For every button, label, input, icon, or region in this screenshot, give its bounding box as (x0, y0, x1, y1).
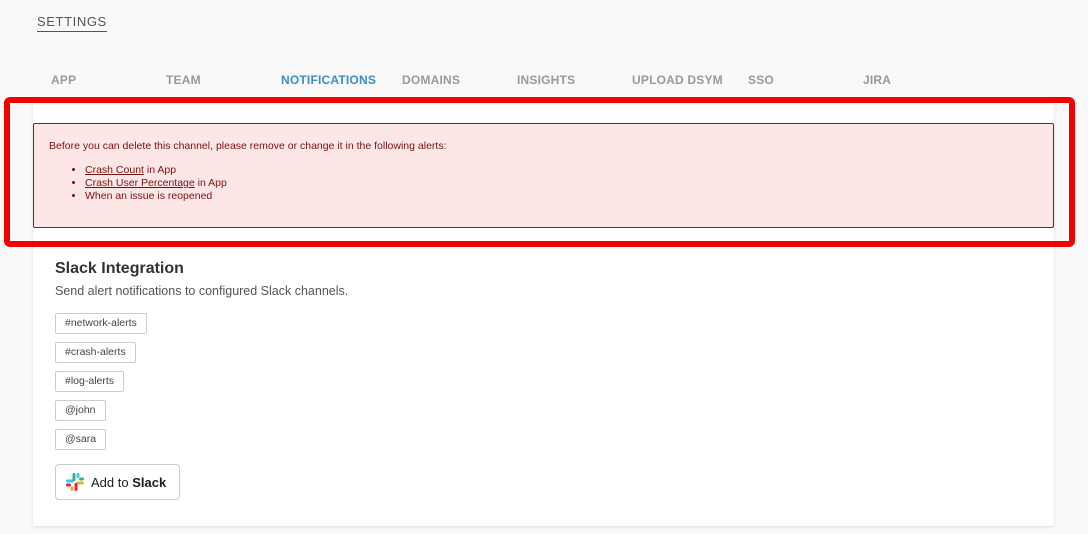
slack-channel-tag[interactable]: #crash-alerts (55, 342, 136, 363)
delete-channel-error-alert: Before you can delete this channel, plea… (33, 123, 1054, 228)
alert-list: Crash Count in App Crash User Percentage… (85, 164, 227, 203)
settings-title: SETTINGS (37, 14, 107, 32)
tab-notifications[interactable]: NOTIFICATIONS (281, 73, 376, 87)
tab-upload-dsym[interactable]: UPLOAD DSYM (632, 73, 723, 87)
slack-channel-tag[interactable]: #log-alerts (55, 371, 125, 392)
tab-sso[interactable]: SSO (748, 73, 774, 87)
add-to-slack-button[interactable]: Add to Slack (55, 464, 180, 500)
crash-count-link[interactable]: Crash Count (85, 164, 144, 176)
alert-list-item: When an issue is reopened (85, 190, 227, 203)
tab-insights[interactable]: INSIGHTS (517, 73, 575, 87)
crash-user-percentage-link[interactable]: Crash User Percentage (85, 177, 195, 189)
add-to-slack-label: Add to Slack (91, 474, 167, 490)
tab-team[interactable]: TEAM (166, 73, 201, 87)
slack-logo-icon (66, 473, 84, 491)
alert-message: Before you can delete this channel, plea… (49, 140, 447, 152)
tab-jira[interactable]: JIRA (863, 73, 891, 87)
slack-channel-tag[interactable]: #network-alerts (55, 313, 147, 334)
slack-integration-title: Slack Integration (55, 260, 184, 277)
alert-list-item: Crash Count in App (85, 164, 227, 177)
slack-channel-tag[interactable]: @john (55, 400, 106, 421)
tab-app[interactable]: APP (51, 73, 76, 87)
alert-list-item: Crash User Percentage in App (85, 177, 227, 190)
settings-tabs: APP TEAM NOTIFICATIONS DOMAINS INSIGHTS … (0, 73, 1088, 91)
slack-channel-tag[interactable]: @sara (55, 429, 107, 450)
slack-integration-description: Send alert notifications to configured S… (55, 284, 349, 298)
tab-domains[interactable]: DOMAINS (402, 73, 460, 87)
